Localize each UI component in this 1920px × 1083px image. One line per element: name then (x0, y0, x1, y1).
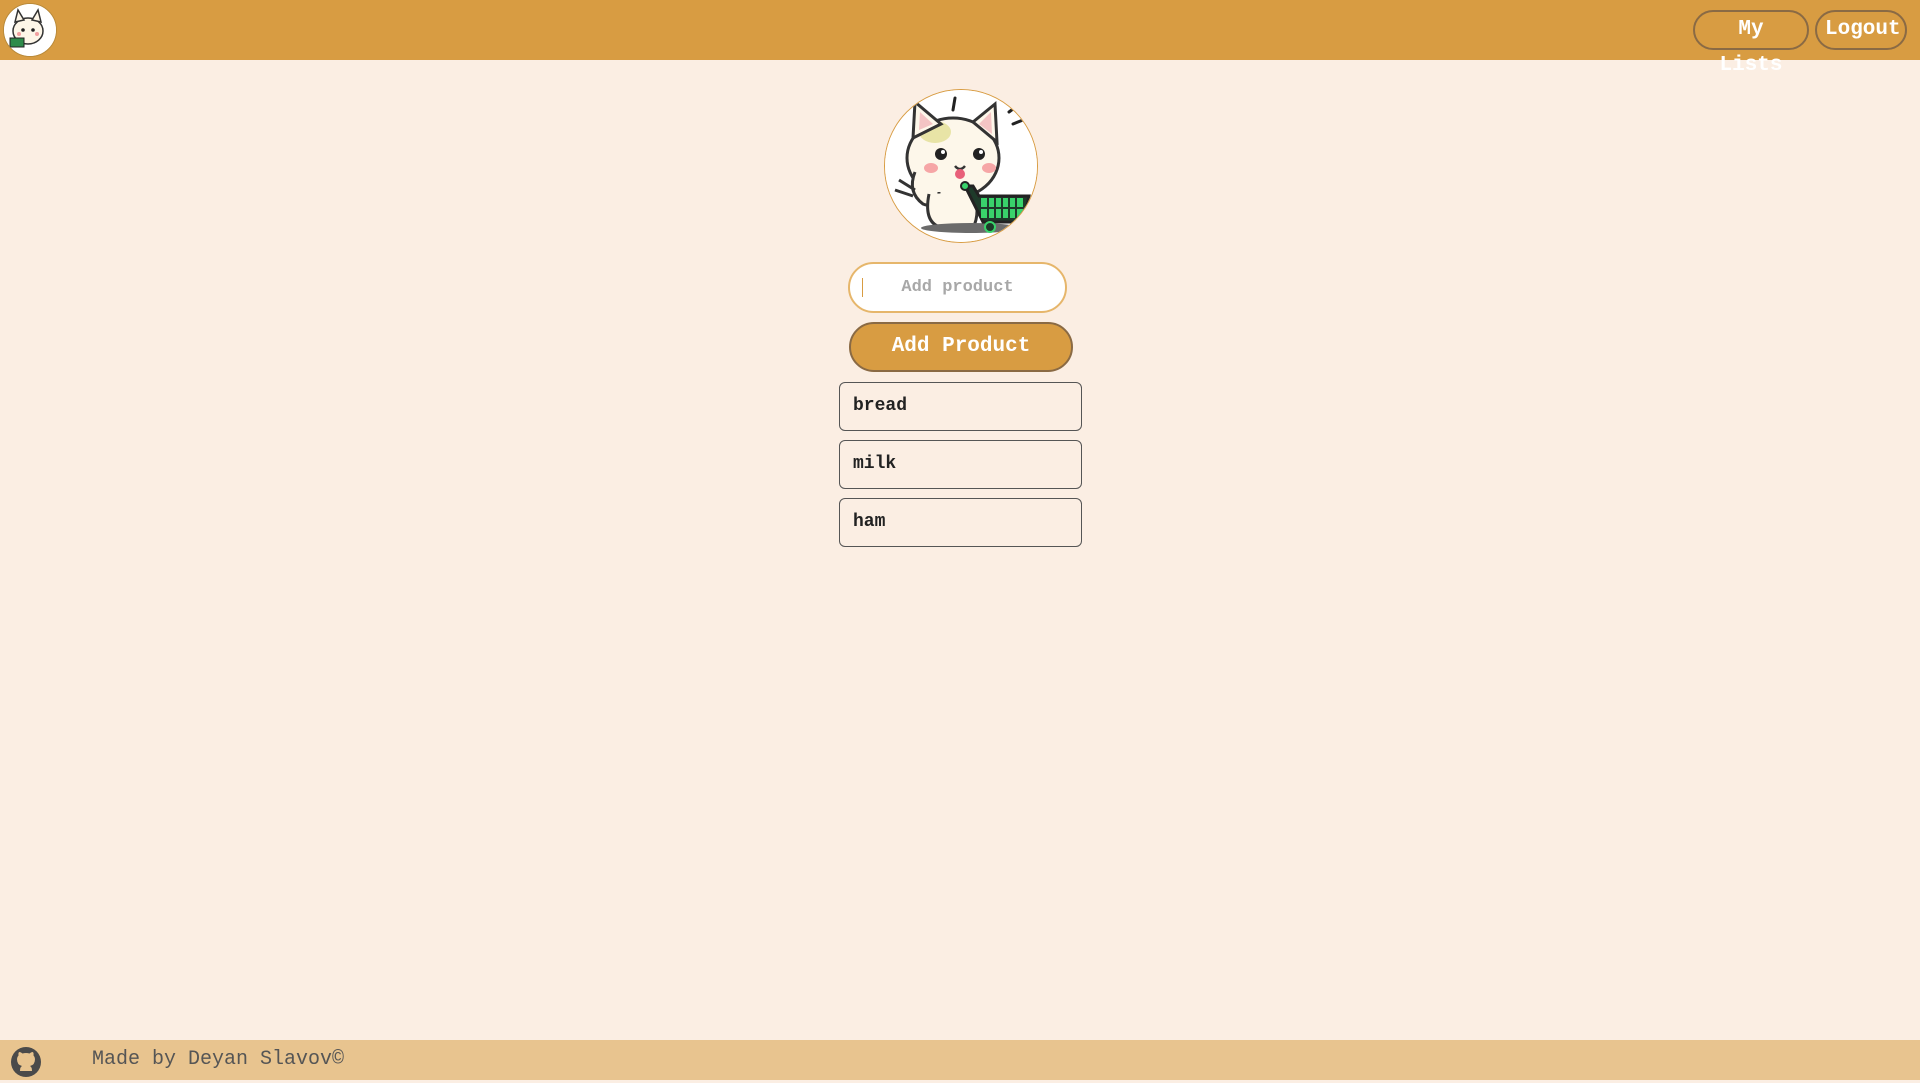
product-item[interactable]: ham (839, 498, 1082, 547)
product-list: bread milk ham (839, 382, 1082, 556)
my-lists-button[interactable]: My Lists (1693, 10, 1809, 77)
logout-button[interactable]: Logout (1815, 10, 1907, 50)
cat-shopping-cart-illustration (884, 89, 1038, 243)
product-item[interactable]: milk (839, 440, 1082, 489)
footer-credit: Made by Deyan Slavov© (92, 1048, 345, 1071)
cat-logo-icon[interactable] (3, 3, 57, 57)
text-caret (862, 278, 863, 297)
product-item[interactable]: bread (839, 382, 1082, 431)
github-icon[interactable] (10, 1046, 42, 1078)
add-product-input[interactable] (848, 262, 1067, 313)
top-navigation-bar (0, 0, 1920, 60)
add-product-button[interactable]: Add Product (849, 322, 1073, 372)
